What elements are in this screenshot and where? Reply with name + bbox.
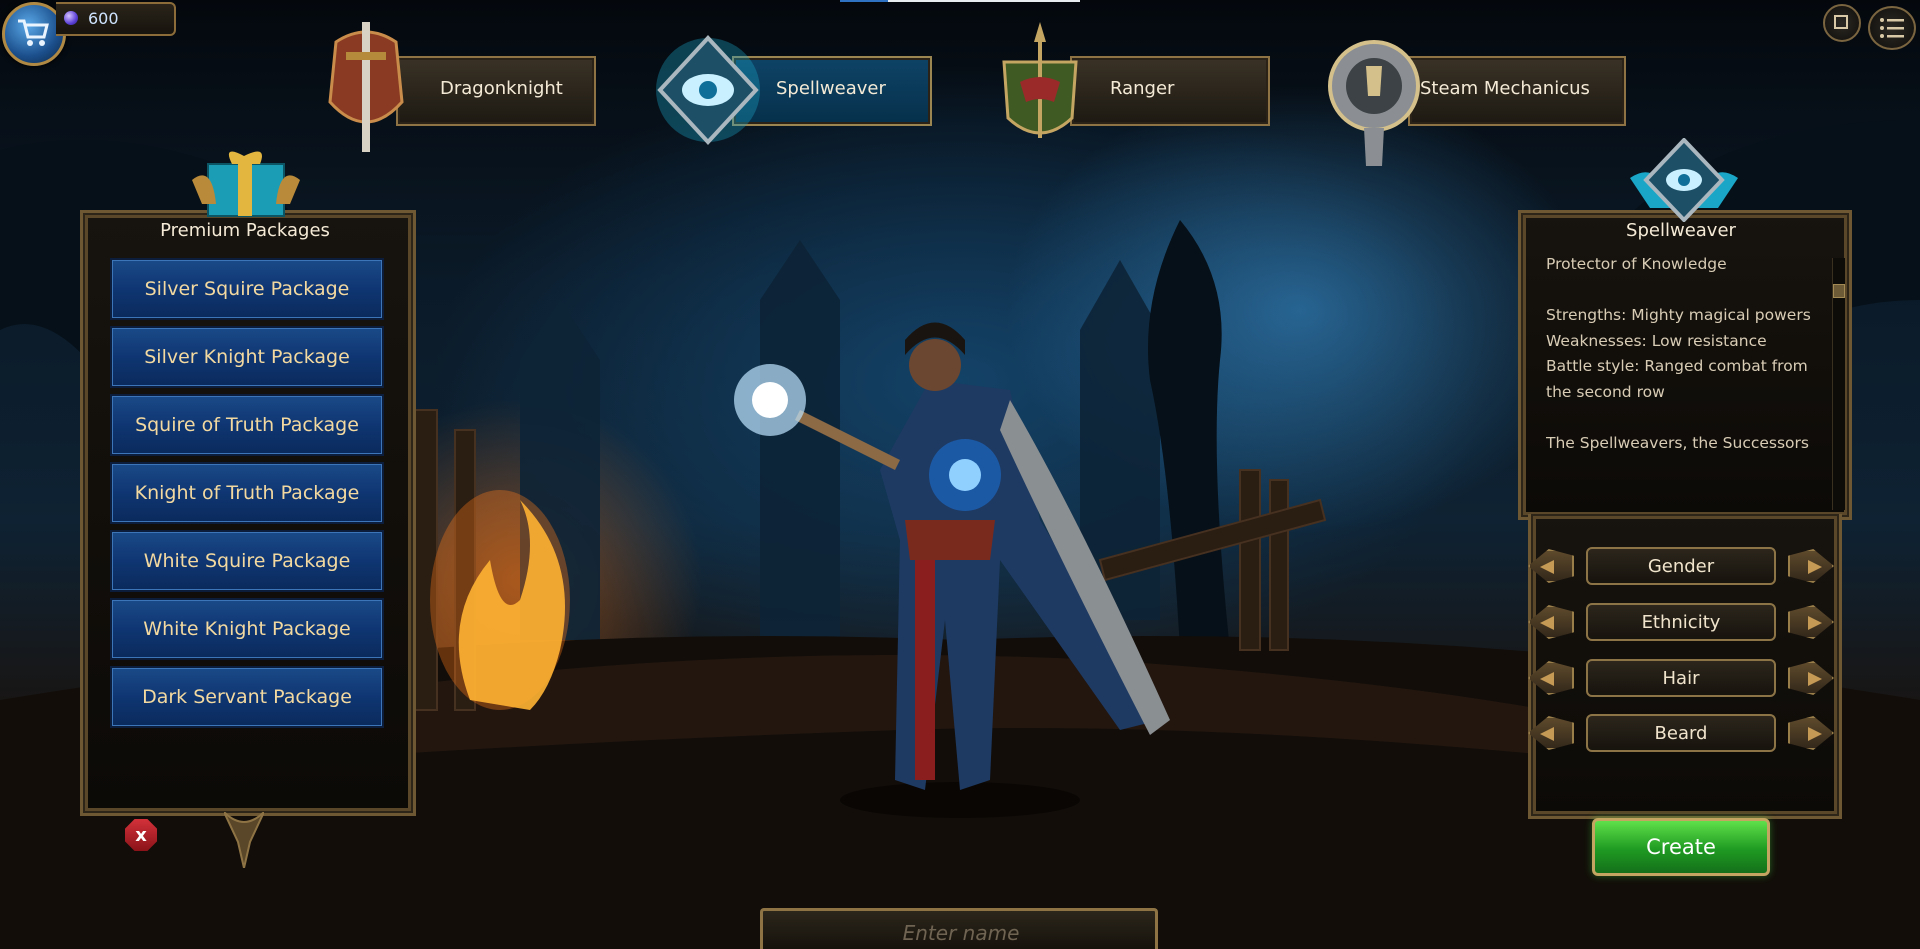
gear-wrench-emblem-icon xyxy=(1328,40,1420,166)
description-scroll-thumb[interactable] xyxy=(1833,284,1845,298)
package-white-knight-button[interactable]: White Knight Package xyxy=(110,598,384,660)
class-option-steam-mechanicus[interactable]: Steam Mechanicus xyxy=(1326,40,1626,166)
package-dark-servant-button[interactable]: Dark Servant Package xyxy=(110,666,384,728)
create-character-button[interactable]: Create xyxy=(1592,818,1770,876)
fullscreen-icon xyxy=(1834,15,1848,29)
package-squire-of-truth-button[interactable]: Squire of Truth Package xyxy=(110,394,384,456)
ethnicity-label: Ethnicity xyxy=(1586,603,1776,641)
ornament-icon xyxy=(224,812,264,868)
eye-rune-emblem-icon xyxy=(656,35,760,145)
package-knight-of-truth-button[interactable]: Knight of Truth Package xyxy=(110,462,384,524)
ethnicity-prev-arrow[interactable] xyxy=(1528,605,1574,639)
menu-list-icon xyxy=(1880,18,1904,38)
premium-packages-title: Premium Packages xyxy=(160,220,330,241)
class-info-title: Spellweaver xyxy=(1626,220,1736,241)
gender-label: Gender xyxy=(1586,547,1776,585)
beard-label: Beard xyxy=(1586,714,1776,752)
package-silver-squire-button[interactable]: Silver Squire Package xyxy=(110,258,384,320)
main-menu-button[interactable] xyxy=(1868,6,1916,50)
loading-progress xyxy=(840,0,1080,2)
fullscreen-button[interactable] xyxy=(1823,4,1861,42)
class-label: Spellweaver xyxy=(776,78,886,99)
ethnicity-option-row: Ethnicity xyxy=(1528,603,1834,643)
spellweaver-emblem-icon xyxy=(1630,138,1738,222)
hair-label: Hair xyxy=(1586,659,1776,697)
class-label: Dragonknight xyxy=(440,78,563,99)
class-description: Protector of Knowledge Strengths: Mighty… xyxy=(1546,252,1826,506)
loading-progress-fill xyxy=(840,0,888,2)
class-description-text: Protector of Knowledge Strengths: Mighty… xyxy=(1546,255,1811,452)
bow-crest-emblem-icon xyxy=(1002,22,1078,138)
ethnicity-next-arrow[interactable] xyxy=(1788,605,1834,639)
hair-prev-arrow[interactable] xyxy=(1528,661,1574,695)
beard-option-row: Beard xyxy=(1528,714,1834,754)
gender-option-row: Gender xyxy=(1528,547,1834,587)
gender-prev-arrow[interactable] xyxy=(1528,549,1574,583)
class-option-ranger[interactable]: Ranger xyxy=(990,22,1270,138)
gender-next-arrow[interactable] xyxy=(1788,549,1834,583)
beard-prev-arrow[interactable] xyxy=(1528,716,1574,750)
class-label: Steam Mechanicus xyxy=(1420,78,1590,99)
package-white-squire-button[interactable]: White Squire Package xyxy=(110,530,384,592)
name-input-frame xyxy=(760,908,1158,949)
gem-icon xyxy=(64,11,78,25)
shopping-cart-icon xyxy=(18,19,49,46)
package-silver-knight-button[interactable]: Silver Knight Package xyxy=(110,326,384,388)
hair-next-arrow[interactable] xyxy=(1788,661,1834,695)
character-name-input[interactable] xyxy=(773,917,1149,949)
currency-value: 600 xyxy=(88,9,119,28)
class-option-dragonknight[interactable]: Dragonknight xyxy=(316,22,596,152)
description-scrollbar[interactable] xyxy=(1832,258,1845,510)
beard-next-arrow[interactable] xyxy=(1788,716,1834,750)
sword-shield-emblem-icon xyxy=(328,22,404,152)
gift-box-icon xyxy=(192,151,300,217)
currency-display: 600 xyxy=(56,2,176,36)
class-label: Ranger xyxy=(1110,78,1175,99)
hair-option-row: Hair xyxy=(1528,659,1834,699)
class-option-spellweaver[interactable]: Spellweaver xyxy=(652,35,932,145)
